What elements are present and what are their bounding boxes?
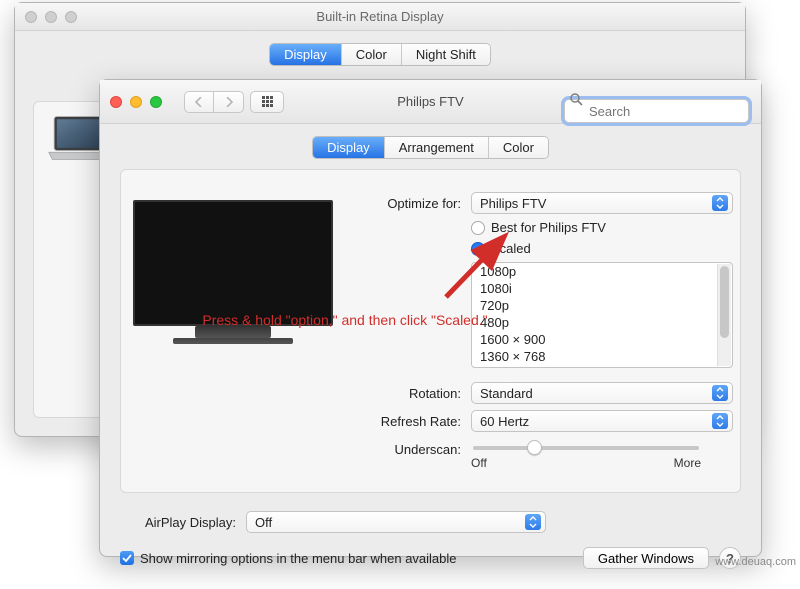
- back-window-tabs: Display Color Night Shift: [15, 31, 745, 76]
- maximize-icon[interactable]: [150, 96, 162, 108]
- search-input[interactable]: [564, 99, 749, 123]
- back-window-title: Built-in Retina Display: [316, 9, 443, 24]
- mirroring-checkbox[interactable]: [120, 551, 134, 565]
- mirroring-label: Show mirroring options in the menu bar w…: [140, 551, 457, 566]
- resolution-option[interactable]: 1360 × 768: [472, 348, 732, 365]
- front-window-tabs: Display Arrangement Color: [100, 124, 761, 169]
- underscan-max-label: More: [674, 456, 701, 470]
- close-icon: [25, 11, 37, 23]
- rotation-value: Standard: [480, 386, 533, 401]
- tv-preview: [139, 186, 349, 326]
- back-button[interactable]: [184, 91, 214, 113]
- tv-icon: [133, 200, 333, 326]
- updown-icon: [712, 385, 728, 401]
- minimize-icon: [45, 11, 57, 23]
- underscan-min-label: Off: [471, 456, 487, 470]
- back-window-titlebar: Built-in Retina Display: [15, 3, 745, 31]
- grid-icon: [262, 96, 273, 107]
- search-icon: [570, 80, 583, 124]
- maximize-icon: [65, 11, 77, 23]
- annotation-arrow-icon: [442, 231, 522, 301]
- underscan-slider[interactable]: Off More: [471, 438, 701, 470]
- back-tab-color[interactable]: Color: [342, 44, 402, 65]
- front-window-titlebar: Philips FTV: [100, 80, 761, 124]
- resolution-option[interactable]: 480p: [472, 314, 732, 331]
- rotation-label: Rotation:: [373, 386, 461, 401]
- tab-arrangement[interactable]: Arrangement: [385, 137, 489, 158]
- refresh-rate-select[interactable]: 60 Hertz: [471, 410, 733, 432]
- chevron-right-icon: [225, 97, 233, 107]
- updown-icon: [525, 514, 541, 530]
- watermark-text: www.deuaq.com: [715, 556, 796, 568]
- refresh-rate-value: 60 Hertz: [480, 414, 529, 429]
- minimize-icon[interactable]: [130, 96, 142, 108]
- check-icon: [122, 553, 132, 563]
- resolution-option[interactable]: 1600 × 900: [472, 331, 732, 348]
- annotation-text: Press & hold "option," and then click "S…: [180, 312, 510, 328]
- front-window-title: Philips FTV: [397, 94, 463, 109]
- back-tab-nightshift[interactable]: Night Shift: [402, 44, 490, 65]
- gather-windows-button[interactable]: Gather Windows: [583, 547, 709, 569]
- forward-button[interactable]: [214, 91, 244, 113]
- scrollbar[interactable]: [717, 264, 731, 366]
- search-field-wrap[interactable]: [564, 90, 749, 114]
- airplay-select[interactable]: Off: [246, 511, 546, 533]
- updown-icon: [712, 195, 728, 211]
- airplay-label: AirPlay Display:: [120, 515, 236, 530]
- optimize-for-label: Optimize for:: [373, 196, 461, 211]
- slider-thumb[interactable]: [527, 440, 542, 455]
- tab-color[interactable]: Color: [489, 137, 548, 158]
- updown-icon: [712, 413, 728, 429]
- rotation-select[interactable]: Standard: [471, 382, 733, 404]
- refresh-rate-label: Refresh Rate:: [373, 414, 461, 429]
- optimize-for-select[interactable]: Philips FTV: [471, 192, 733, 214]
- back-tab-display[interactable]: Display: [270, 44, 342, 65]
- chevron-left-icon: [195, 97, 203, 107]
- show-all-button[interactable]: [250, 91, 284, 113]
- close-icon[interactable]: [110, 96, 122, 108]
- underscan-label: Underscan:: [373, 442, 461, 457]
- airplay-value: Off: [255, 515, 272, 530]
- scrollbar-thumb[interactable]: [720, 266, 729, 338]
- tab-display[interactable]: Display: [313, 137, 385, 158]
- optimize-for-value: Philips FTV: [480, 196, 546, 211]
